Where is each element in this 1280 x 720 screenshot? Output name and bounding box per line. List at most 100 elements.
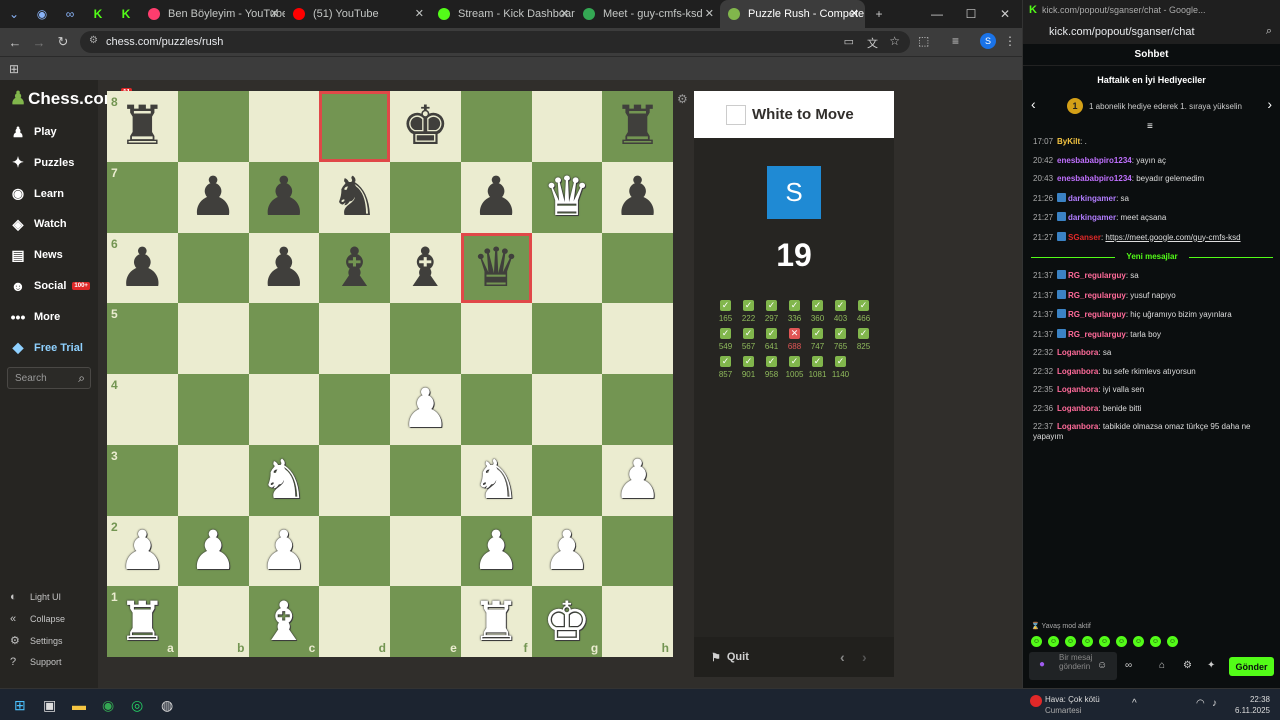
black-rook-icon[interactable]: ♜	[613, 99, 661, 153]
black-king-icon[interactable]: ♚	[401, 99, 449, 153]
tab-close-icon[interactable]: ✕	[850, 7, 859, 20]
emote-icon[interactable]: ☺	[1082, 636, 1093, 647]
square-e5[interactable]	[390, 303, 461, 374]
white-pawn-icon[interactable]: ♟	[401, 382, 449, 436]
square-g3[interactable]	[531, 444, 603, 516]
close-icon[interactable]: ✕	[988, 0, 1022, 28]
black-pawn-icon[interactable]: ♟	[472, 170, 520, 224]
square-f3[interactable]: ♞	[460, 444, 532, 516]
black-bishop-icon[interactable]: ♝	[330, 240, 378, 295]
emoji-icon[interactable]: ☺	[1097, 660, 1107, 671]
square-a5[interactable]: 5	[107, 303, 178, 374]
emote-icon[interactable]: ☺	[1099, 636, 1110, 647]
apps-grid-icon[interactable]: ⊞	[9, 62, 19, 76]
black-pawn-icon[interactable]: ♟	[260, 170, 308, 224]
obs-icon[interactable]: ◍	[161, 697, 173, 714]
square-b4[interactable]	[177, 374, 249, 445]
extensions-icon[interactable]: ⬚	[918, 34, 929, 48]
back-icon[interactable]: ←	[3, 35, 27, 50]
emote-picker-icon[interactable]: ∞	[1125, 660, 1132, 671]
square-h6[interactable]	[602, 232, 673, 304]
minimize-icon[interactable]: —	[920, 0, 954, 28]
white-king-icon[interactable]: ♚	[543, 594, 591, 649]
square-b8[interactable]	[177, 91, 249, 162]
square-a3[interactable]: 3	[107, 444, 178, 516]
task-view-icon[interactable]: ▣	[43, 697, 56, 714]
message-user[interactable]: RG_regularguy	[1068, 271, 1126, 280]
sidebar-bottom-light-ui[interactable]: ◐ Light UI	[10, 591, 61, 603]
message-user[interactable]: SGanser	[1068, 233, 1101, 242]
reload-icon[interactable]: ↻	[51, 34, 75, 50]
chrome-icon[interactable]: ◉	[102, 697, 114, 714]
whatsapp-icon[interactable]: ◎	[131, 697, 143, 714]
square-f5[interactable]	[460, 303, 532, 374]
windows-start-icon[interactable]: ⊞	[14, 697, 26, 714]
square-e7[interactable]	[390, 161, 461, 233]
pinned-tab-icon[interactable]: ∞	[56, 0, 84, 28]
flag-icon[interactable]: ⚑	[711, 651, 721, 664]
message-user[interactable]: darkingamer	[1068, 194, 1116, 203]
volume-icon[interactable]: ♪	[1212, 698, 1217, 709]
square-b2[interactable]: ♟	[177, 515, 249, 587]
chat-settings-icon[interactable]: ⚙	[1183, 660, 1192, 671]
browser-tab[interactable]: Meet - guy-cmfs-ksd ✕	[575, 0, 720, 28]
square-b7[interactable]: ♟	[177, 161, 249, 233]
square-d3[interactable]	[319, 444, 390, 516]
tab-close-icon[interactable]: ✕	[415, 7, 424, 20]
new-tab-button[interactable]: +	[865, 0, 893, 28]
message-user[interactable]: RG_regularguy	[1068, 291, 1126, 300]
chess-board[interactable]: 8 ♜ ♚ ♜ 7 ♟ ♟ ♞ ♟ ♛ ♟ 6 ♟ ♟ ♝ ♝ ♛ 5 4 ♟ 3 ♞ ♞ ♟ 2 ♟ ♟ ♟ ♟ ♟ 1 a ♜ b c ♝ d e f ♜…	[107, 91, 673, 657]
square-f6[interactable]: ♛	[460, 232, 532, 304]
pinned-tab-icon[interactable]: ◉	[28, 0, 56, 28]
weather-widget[interactable]: Hava: Çok kötü Cumartesi	[1045, 694, 1100, 716]
white-pawn-icon[interactable]: ♟	[472, 523, 520, 578]
message-user[interactable]: Loganbora	[1057, 348, 1098, 357]
square-d4[interactable]	[319, 374, 390, 445]
sidebar-item-play[interactable]: ♟ Play	[8, 120, 96, 144]
square-f4[interactable]	[460, 374, 532, 445]
search-input[interactable]: Search ⌕	[7, 367, 91, 389]
menu-icon[interactable]: ⋮	[1004, 34, 1016, 48]
square-a1[interactable]: 1 a ♜	[107, 586, 178, 657]
square-c3[interactable]: ♞	[248, 444, 320, 516]
store-icon[interactable]: ⌂	[1159, 660, 1165, 671]
translate-icon[interactable]: 文	[867, 35, 878, 51]
browser-tab[interactable]: (51) YouTube ✕	[285, 0, 430, 28]
square-a8[interactable]: 8 ♜	[107, 91, 178, 162]
square-h4[interactable]	[602, 374, 673, 445]
chevron-right-icon[interactable]: ›	[1267, 96, 1272, 112]
network-icon[interactable]: ◠	[1196, 698, 1205, 709]
sidebar-item-free-trial[interactable]: ◆ Free Trial	[8, 336, 96, 360]
message-user[interactable]: Loganbora	[1057, 367, 1098, 376]
square-h7[interactable]: ♟	[602, 161, 673, 233]
zoom-icon[interactable]: ⌕	[1266, 25, 1272, 38]
tray-chevron-icon[interactable]: ^	[1132, 698, 1137, 709]
square-g1[interactable]: g ♚	[531, 586, 603, 657]
tab-close-icon[interactable]: ✕	[705, 7, 714, 20]
sidebar-item-social[interactable]: ☻ Social 100+	[8, 274, 96, 298]
reading-list-icon[interactable]: ≡	[952, 34, 959, 48]
square-h1[interactable]: h	[602, 586, 673, 657]
file-explorer-icon[interactable]: ▬	[72, 697, 86, 713]
square-c4[interactable]	[248, 374, 320, 445]
emote-icon[interactable]: ☺	[1150, 636, 1161, 647]
white-pawn-icon[interactable]: ♟	[189, 523, 237, 578]
square-h5[interactable]	[602, 303, 673, 374]
quit-button[interactable]: Quit	[727, 651, 749, 663]
black-pawn-icon[interactable]: ♟	[613, 170, 661, 224]
message-link[interactable]: https://meet.google.com/guy-cmfs-ksd	[1105, 233, 1240, 242]
black-queen-icon[interactable]: ♛	[472, 240, 520, 295]
square-a6[interactable]: 6 ♟	[107, 232, 178, 304]
square-g6[interactable]	[531, 232, 603, 304]
square-e6[interactable]: ♝	[390, 232, 461, 304]
message-user[interactable]: darkingamer	[1068, 213, 1116, 222]
sidebar-bottom-support[interactable]: ? Support	[10, 656, 62, 668]
tab-close-icon[interactable]: ✕	[560, 7, 569, 20]
clock[interactable]: 22:38 6.11.2025	[1235, 694, 1270, 716]
sidebar-bottom-settings[interactable]: ⚙ Settings	[10, 634, 63, 647]
message-user[interactable]: Loganbora	[1057, 422, 1098, 431]
search-icon[interactable]: ⌕	[78, 371, 85, 386]
square-f1[interactable]: f ♜	[460, 586, 532, 657]
browser-tab[interactable]: Puzzle Rush - Compete to S✕	[720, 0, 865, 28]
cast-icon[interactable]: ▭	[844, 35, 854, 48]
